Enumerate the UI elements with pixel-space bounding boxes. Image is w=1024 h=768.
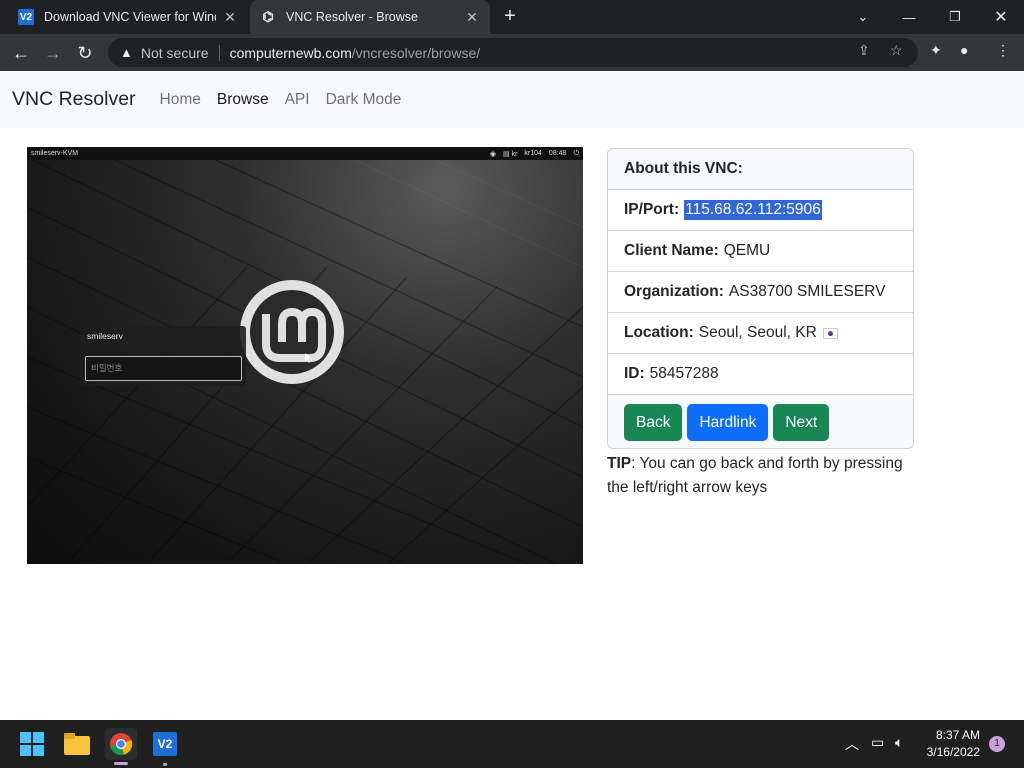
windows-start-icon[interactable] — [16, 728, 48, 760]
tab-search-chevron-icon[interactable]: ⌄ — [840, 0, 886, 34]
back-button[interactable]: Back — [624, 404, 683, 441]
vnc-viewer-taskbar-icon[interactable]: V2 — [149, 728, 181, 766]
organization-row: Organization: AS38700 SMILESERV — [608, 272, 913, 313]
clock-date: 3/16/2022 — [926, 745, 980, 759]
vnc-top-panel: smileserv-KVM ◉ ▤ kr kr104 08:48 ⏻ — [27, 147, 583, 160]
active-app-indicator — [114, 762, 128, 765]
accessibility-icon: ◉ — [489, 150, 496, 158]
windows-taskbar: V2 ︿ ▭ 🔈︎ 8:37 AM 3/16/2022 1 — [0, 720, 1024, 768]
close-icon[interactable]: ✕ — [222, 9, 238, 26]
divider — [218, 44, 220, 61]
tip-body: : You can go back and forth by pressing … — [607, 455, 903, 496]
reload-icon[interactable]: ↻ — [72, 40, 98, 66]
address-bar[interactable]: ▲ Not secure computernewb.com/vncresolve… — [108, 38, 918, 67]
security-label: Not secure — [140, 44, 209, 61]
network-icon[interactable]: ▭ — [871, 734, 884, 751]
card-header: About this VNC: — [608, 149, 913, 190]
site-navbar: VNC Resolver Home Browse API Dark Mode — [0, 71, 1024, 128]
south-korea-flag-icon — [822, 327, 838, 339]
extensions-icon[interactable]: ✦ — [930, 42, 942, 59]
organization-value: AS38700 SMILESERV — [728, 283, 886, 300]
vnc-viewer-icon: V2 — [153, 732, 177, 756]
id-value: 58457288 — [649, 365, 719, 382]
volume-icon[interactable]: 🔈︎ — [895, 734, 903, 751]
minimize-button[interactable]: — — [886, 0, 932, 34]
browser-tab-strip: V2 Download VNC Viewer for Windo ✕ ⌬ VNC… — [0, 0, 1024, 34]
location-row: Location: Seoul, Seoul, KR — [608, 313, 913, 354]
linux-mint-logo-icon — [240, 280, 344, 384]
keyboard-icon: ▤ — [502, 150, 510, 158]
vnc-viewer-icon: V2 — [18, 9, 34, 25]
back-arrow-icon[interactable]: ← — [8, 40, 34, 66]
system-clock[interactable]: 8:37 AM 3/16/2022 — [927, 727, 980, 761]
vnc-hostname: smileserv-KVM — [31, 150, 79, 157]
tab-vnc-resolver-browse[interactable]: ⌬ VNC Resolver - Browse ✕ — [250, 0, 490, 34]
nav-browse[interactable]: Browse — [217, 91, 269, 109]
warning-icon[interactable]: ▲ — [120, 45, 133, 60]
card-footer: Back Hardlink Next — [608, 395, 913, 448]
tip-text: TIP: You can go back and forth by pressi… — [607, 452, 917, 500]
vnc-resolver-icon: ⌬ — [262, 9, 274, 24]
password-field: 비밀번호 — [85, 356, 242, 381]
next-button[interactable]: Next — [773, 404, 830, 441]
location-value: Seoul, Seoul, KR — [698, 324, 817, 341]
hardlink-button[interactable]: Hardlink — [687, 404, 769, 441]
id-row: ID: 58457288 — [608, 354, 913, 395]
profile-icon[interactable]: ● — [960, 42, 968, 58]
location-label: Location: — [624, 324, 694, 341]
window-close-button[interactable]: ✕ — [978, 0, 1024, 34]
clock-time: 8:37 AM — [935, 728, 980, 742]
forward-arrow-icon[interactable]: → — [40, 40, 66, 66]
keyboard-language: kr104 — [524, 149, 542, 157]
bookmark-star-icon[interactable]: ☆ — [890, 42, 903, 59]
client-name-label: Client Name: — [624, 242, 719, 259]
menu-dots-icon[interactable]: ⋮ — [996, 42, 1010, 59]
tab-title: Download VNC Viewer for Windo — [44, 10, 216, 24]
power-icon: ⏻ — [573, 149, 579, 157]
running-app-indicator — [163, 763, 167, 766]
organization-label: Organization: — [624, 283, 724, 300]
login-username: smileserv — [87, 331, 123, 341]
share-icon[interactable]: ⇪ — [858, 42, 870, 59]
tab-title: VNC Resolver - Browse — [286, 10, 418, 24]
id-label: ID: — [624, 365, 645, 382]
ip-port-row: IP/Port: 115.68.62.112:5906 — [608, 190, 913, 231]
nav-home[interactable]: Home — [160, 91, 201, 109]
ip-port-label: IP/Port: — [624, 201, 680, 218]
restore-button[interactable]: ❐ — [932, 0, 978, 34]
close-icon[interactable]: ✕ — [464, 9, 480, 26]
site-brand[interactable]: VNC Resolver — [12, 88, 136, 111]
chrome-icon[interactable] — [105, 728, 137, 765]
browser-toolbar: ← → ↻ ▲ Not secure computernewb.com/vncr… — [0, 34, 1024, 71]
tab-download-vnc-viewer[interactable]: V2 Download VNC Viewer for Windo ✕ — [8, 0, 248, 34]
keyboard-layout: ▤ kr — [502, 150, 518, 158]
ip-port-value[interactable]: 115.68.62.112:5906 — [684, 200, 822, 220]
new-tab-button[interactable]: + — [498, 5, 522, 29]
url-path: /vncresolver/browse/ — [351, 44, 481, 61]
vnc-clock: 08:48 — [548, 149, 567, 157]
file-explorer-icon[interactable] — [61, 728, 93, 760]
nav-dark-mode[interactable]: Dark Mode — [326, 91, 402, 109]
show-hidden-icons-chevron-icon[interactable]: ︿ — [845, 734, 859, 754]
notification-badge[interactable]: 1 — [989, 736, 1005, 752]
tip-label: TIP — [607, 455, 632, 472]
url-host: computernewb.com — [229, 44, 352, 61]
vnc-info-card: About this VNC: IP/Port: 115.68.62.112:5… — [607, 148, 914, 449]
client-name-value: QEMU — [723, 242, 771, 259]
client-name-row: Client Name: QEMU — [608, 231, 913, 272]
nav-api[interactable]: API — [285, 91, 310, 109]
